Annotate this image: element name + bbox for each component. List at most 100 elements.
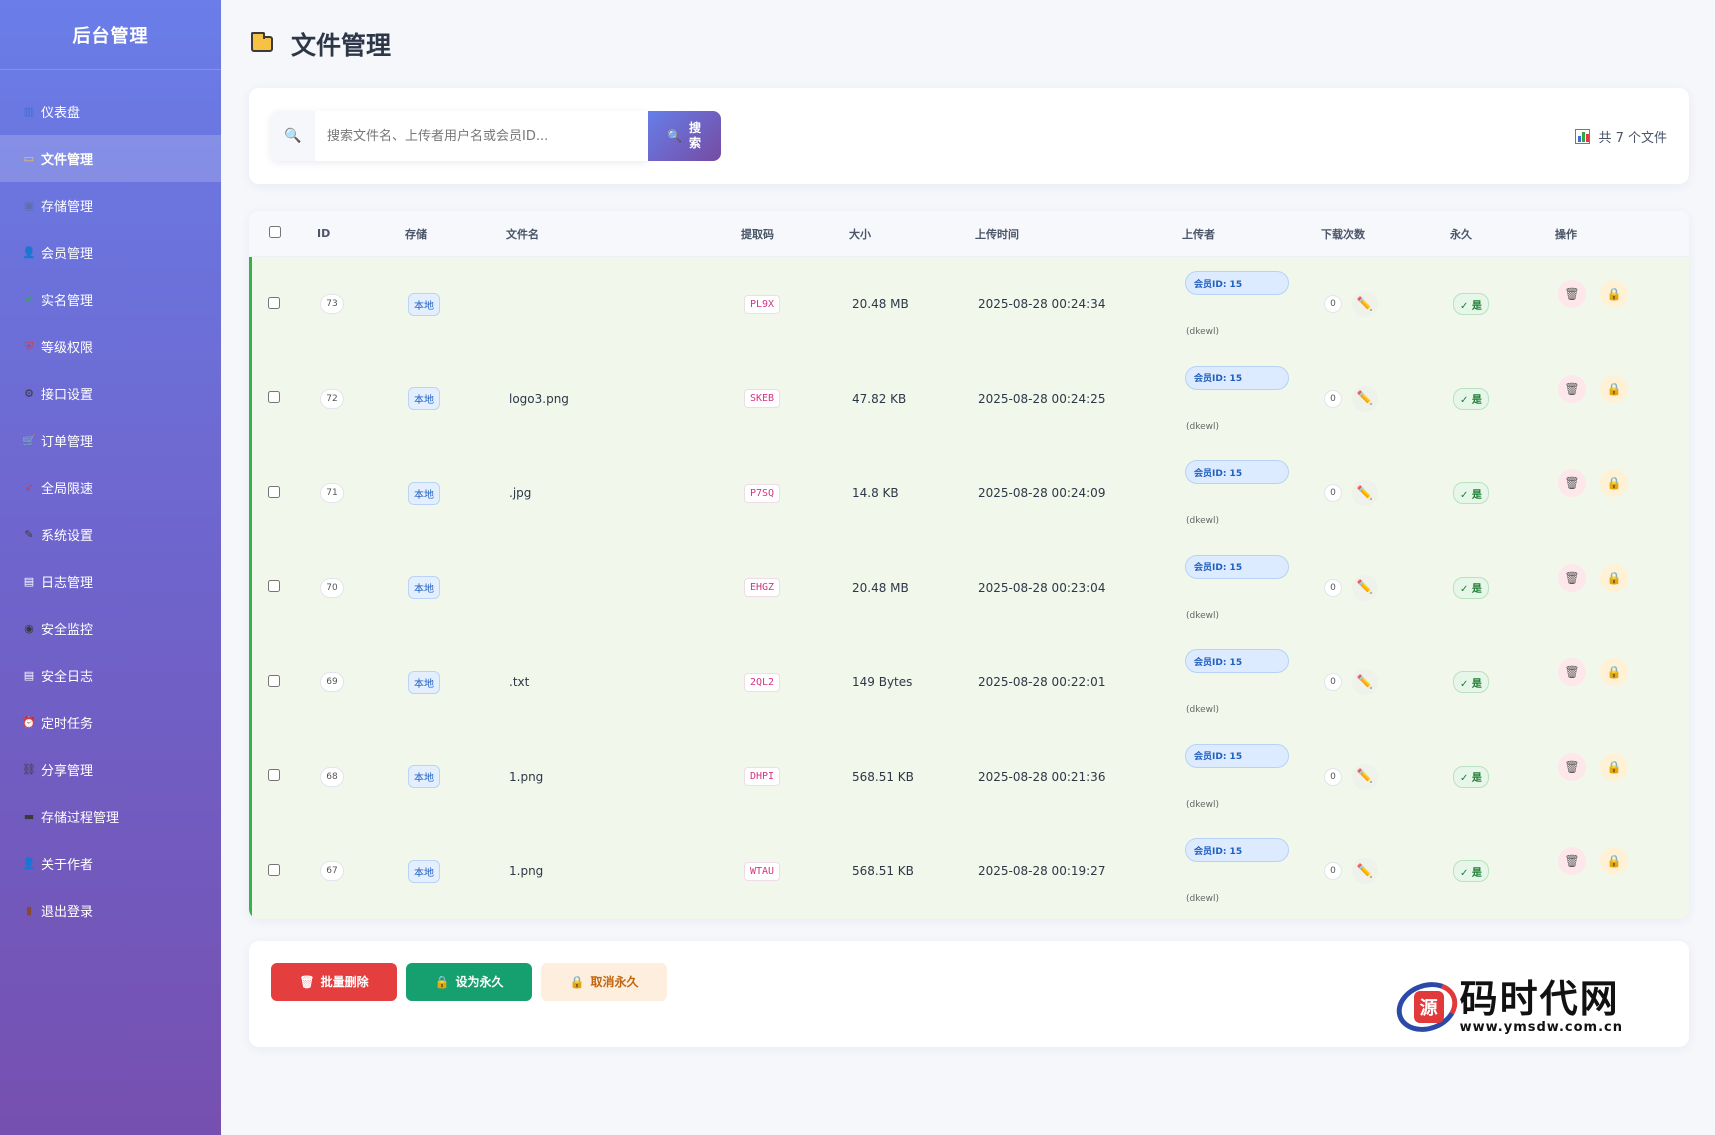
file-size: 568.51 KB <box>852 769 914 784</box>
id-badge: 69 <box>320 672 344 693</box>
pencil-icon[interactable]: ✏️ <box>1352 291 1378 318</box>
row-checkbox[interactable] <box>268 674 280 687</box>
select-all-checkbox[interactable] <box>269 226 281 238</box>
sidebar-item-4[interactable]: ✔ 实名管理 <box>0 276 221 323</box>
storage-badge: 本地 <box>408 387 440 411</box>
table-row: 67 本地 1.png WTAU 568.51 KB 2025-08-28 00:19:2… <box>252 824 1689 919</box>
trash-icon[interactable]: 🗑 <box>1558 847 1586 876</box>
shield-icon: ⛨ <box>24 339 34 353</box>
sidebar-item-8[interactable]: ➶ 全局限速 <box>0 464 221 511</box>
lock-icon[interactable]: 🔒 <box>1600 563 1628 592</box>
header-size: 大小 <box>849 227 871 241</box>
sidebar-item-6[interactable]: ⚙ 接口设置 <box>0 370 221 417</box>
member-id-badge[interactable]: 会员ID: 15 <box>1185 460 1289 485</box>
search-input[interactable] <box>315 111 648 161</box>
lock-icon[interactable]: 🔒 <box>1600 752 1628 781</box>
trash-icon[interactable]: 🗑 <box>1558 280 1586 309</box>
sidebar-item-13[interactable]: ⏰ 定时任务 <box>0 699 221 746</box>
member-id-badge[interactable]: 会员ID: 15 <box>1185 743 1289 768</box>
trash-icon: 🗑 <box>299 974 315 989</box>
id-badge: 73 <box>320 294 344 315</box>
row-checkbox[interactable] <box>268 863 280 876</box>
lock-icon[interactable]: 🔒 <box>1600 374 1628 403</box>
search-box: 🔍 <box>271 111 648 161</box>
filename: 1.png <box>509 769 544 784</box>
sidebar-item-label: 实名管理 <box>41 294 94 309</box>
trash-icon[interactable]: 🗑 <box>1558 658 1586 687</box>
permanent-badge: ✓ 是 <box>1453 293 1489 316</box>
sidebar-item-2[interactable]: ▣ 存储管理 <box>0 182 221 229</box>
sidebar-item-9[interactable]: ✎ 系统设置 <box>0 511 221 558</box>
id-badge: 70 <box>320 577 344 598</box>
files-table: ID 存储 文件名 提取码 大小 上传时间 上传者 下载次数 永久 操作 73 本… <box>249 211 1689 919</box>
sidebar-item-1[interactable]: ▭ 文件管理 <box>0 135 221 182</box>
pencil-icon[interactable]: ✏️ <box>1352 574 1378 601</box>
set-permanent-button[interactable]: 🔒 设为永久 <box>406 962 532 1001</box>
bulk-delete-button[interactable]: 🗑 批量删除 <box>271 962 397 1001</box>
row-checkbox[interactable] <box>268 296 280 309</box>
main-content: 文件管理 🔍 🔍 搜索 共 7 个文件 <box>221 0 1715 1135</box>
row-checkbox[interactable] <box>268 391 280 404</box>
member-id-badge[interactable]: 会员ID: 15 <box>1185 365 1289 390</box>
member-id-badge[interactable]: 会员ID: 15 <box>1185 554 1289 579</box>
trash-icon[interactable]: 🗑 <box>1558 374 1586 403</box>
wrench-icon: ✎ <box>24 528 34 541</box>
sidebar-item-10[interactable]: ▤ 日志管理 <box>0 558 221 605</box>
permanent-badge: ✓ 是 <box>1453 482 1489 505</box>
lock-icon[interactable]: 🔒 <box>1600 280 1628 309</box>
pencil-icon[interactable]: ✏️ <box>1352 669 1378 696</box>
cancel-permanent-label: 取消永久 <box>590 975 639 989</box>
sidebar-item-0[interactable]: ▥ 仪表盘 <box>0 88 221 135</box>
magnifier-icon: 🔍 <box>271 111 315 161</box>
lock-icon[interactable]: 🔒 <box>1600 847 1628 876</box>
permanent-badge: ✓ 是 <box>1453 860 1489 883</box>
sidebar-item-7[interactable]: 🛒 订单管理 <box>0 417 221 464</box>
sidebar-item-14[interactable]: ⛓ 分享管理 <box>0 746 221 793</box>
cancel-permanent-button[interactable]: 🔒 取消永久 <box>541 962 667 1001</box>
pencil-icon[interactable]: ✏️ <box>1352 385 1378 412</box>
users-icon: 👤 <box>22 246 36 259</box>
sidebar-item-11[interactable]: ◉ 安全监控 <box>0 605 221 652</box>
sidebar-item-5[interactable]: ⛨ 等级权限 <box>0 323 221 370</box>
filename: .txt <box>509 675 530 690</box>
header-storage: 存储 <box>405 227 427 241</box>
search-button[interactable]: 🔍 搜索 <box>648 111 721 161</box>
person-icon: 👤 <box>22 857 36 870</box>
trash-icon[interactable]: 🗑 <box>1558 752 1586 781</box>
download-count: 0 <box>1324 484 1342 503</box>
lock-icon[interactable]: 🔒 <box>1600 658 1628 687</box>
lock-icon[interactable]: 🔒 <box>1600 469 1628 498</box>
trash-icon[interactable]: 🗑 <box>1558 469 1586 498</box>
row-checkbox[interactable] <box>268 769 280 782</box>
search-button-label: 搜索 <box>688 121 701 150</box>
member-id-badge[interactable]: 会员ID: 15 <box>1185 271 1289 296</box>
member-id-badge[interactable]: 会员ID: 15 <box>1185 649 1289 674</box>
table-row: 73 本地 PL9X 20.48 MB 2025-08-28 00:24:34 会员ID:… <box>252 257 1689 352</box>
pencil-icon[interactable]: ✏️ <box>1352 763 1378 790</box>
alarm-clock-icon: ⏰ <box>22 716 36 729</box>
filename: 1.png <box>509 864 544 879</box>
sidebar-item-12[interactable]: ▤ 安全日志 <box>0 652 221 699</box>
upload-time: 2025-08-28 00:24:34 <box>978 297 1106 312</box>
trash-icon[interactable]: 🗑 <box>1558 563 1586 592</box>
member-id-badge[interactable]: 会员ID: 15 <box>1185 838 1289 863</box>
permanent-badge: ✓ 是 <box>1453 765 1489 788</box>
file-size: 47.82 KB <box>852 391 907 406</box>
sidebar-item-17[interactable]: ▮ 退出登录 <box>0 887 221 934</box>
table-row: 72 本地 logo3.png SKEB 47.82 KB 2025-08-28 00:2… <box>252 352 1689 447</box>
watermark: 源 码时代网 www.ymsdw.com.cn <box>1389 973 1623 1040</box>
sidebar-item-label: 文件管理 <box>41 153 94 168</box>
uploader-name: (dkewl) <box>1186 327 1220 338</box>
row-checkbox[interactable] <box>268 485 280 498</box>
pencil-icon[interactable]: ✏️ <box>1352 858 1378 885</box>
sidebar-item-15[interactable]: ▬ 存储过程管理 <box>0 793 221 840</box>
row-checkbox[interactable] <box>268 580 280 593</box>
sidebar-item-3[interactable]: 👤 会员管理 <box>0 229 221 276</box>
pencil-icon[interactable]: ✏️ <box>1352 480 1378 507</box>
permanent-badge: ✓ 是 <box>1453 671 1489 694</box>
sidebar-item-16[interactable]: 👤 关于作者 <box>0 840 221 887</box>
bulk-actions: 🗑 批量删除 🔒 设为永久 🔒 取消永久 源 码时代网 www.ymsdw.co… <box>249 940 1689 1047</box>
file-size: 568.51 KB <box>852 864 914 879</box>
rocket-icon: ➶ <box>24 481 34 494</box>
filename: .jpg <box>509 486 532 501</box>
